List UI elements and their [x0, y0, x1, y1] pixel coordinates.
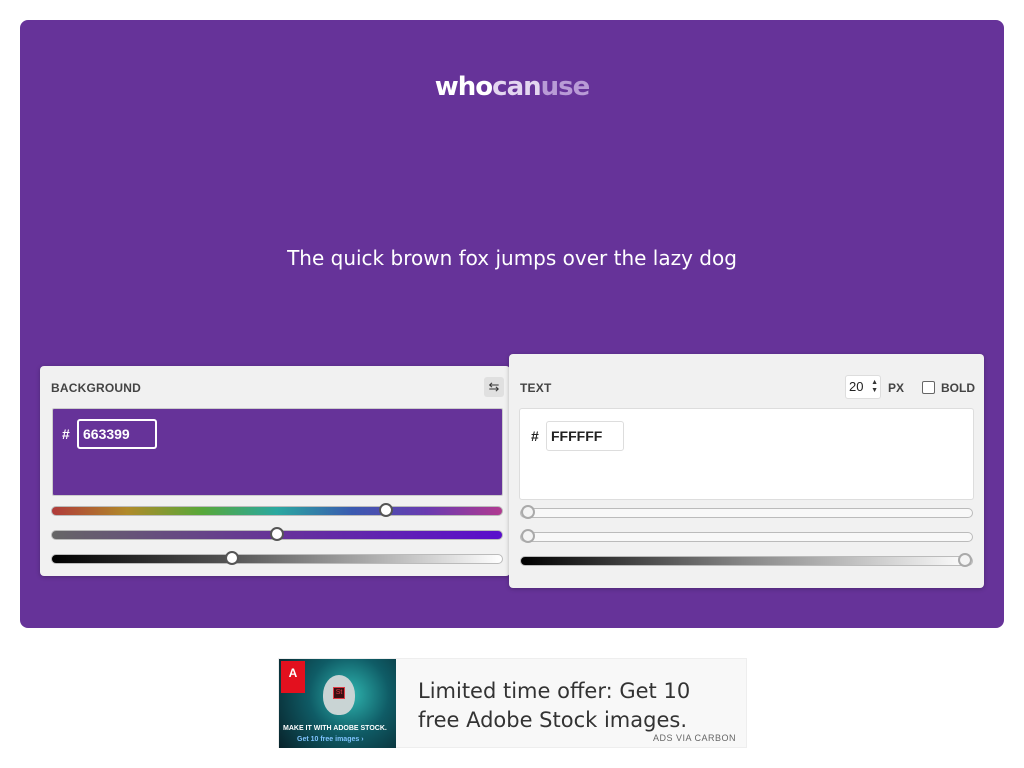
text-saturation-slider[interactable]	[520, 529, 973, 543]
ad-image-cta: Get 10 free images ›	[297, 736, 364, 743]
logo-part-use: use	[540, 72, 591, 102]
adobe-stock-badge: St	[333, 687, 345, 699]
text-hue-knob[interactable]	[521, 505, 535, 519]
font-size-unit: PX	[888, 381, 905, 395]
logo-part-who: who	[434, 72, 493, 102]
ad-image[interactable]: A St MAKE IT WITH ADOBE STOCK. Get 10 fr…	[279, 659, 396, 748]
background-hex-input[interactable]	[77, 419, 157, 449]
carbon-ad[interactable]: A St MAKE IT WITH ADOBE STOCK. Get 10 fr…	[278, 658, 747, 748]
ads-via-carbon-link[interactable]: ADS VIA CARBON	[653, 733, 736, 743]
sample-text: The quick brown fox jumps over the lazy …	[287, 246, 737, 270]
spinner-arrows-icon[interactable]: ▲ ▼	[871, 379, 878, 395]
background-saturation-slider[interactable]	[51, 527, 503, 541]
text-lightness-slider[interactable]	[520, 553, 973, 567]
text-panel: TEXT 20 ▲ ▼ PX BOLD #	[509, 354, 984, 588]
ad-copy[interactable]: Limited time offer: Get 10 free Adobe St…	[418, 677, 738, 735]
background-panel-title: BACKGROUND	[51, 381, 141, 395]
hash-label: #	[531, 428, 539, 444]
bold-checkbox[interactable]	[922, 381, 935, 394]
swap-colors-button[interactable]: ⇆	[484, 377, 504, 397]
adobe-logo-icon: A	[281, 661, 305, 693]
ad-image-headline: MAKE IT WITH ADOBE STOCK.	[283, 725, 387, 732]
background-hue-slider[interactable]	[51, 503, 503, 517]
text-panel-title: TEXT	[520, 381, 552, 395]
background-lightness-slider[interactable]	[51, 551, 503, 565]
font-size-stepper[interactable]: 20 ▲ ▼	[845, 375, 881, 399]
swap-arrows-icon: ⇆	[488, 379, 500, 394]
hash-label: #	[62, 426, 70, 442]
background-saturation-knob[interactable]	[270, 527, 284, 541]
text-color-preview: #	[519, 408, 974, 500]
text-saturation-knob[interactable]	[521, 529, 535, 543]
font-size-value: 20	[849, 379, 864, 394]
text-lightness-knob[interactable]	[958, 553, 972, 567]
text-hex-input[interactable]	[546, 421, 624, 451]
background-panel: BACKGROUND ⇆ #	[40, 366, 510, 576]
logo-part-can: can	[492, 72, 541, 102]
background-color-preview: #	[52, 408, 503, 496]
bold-label[interactable]: BOLD	[941, 381, 975, 395]
site-logo[interactable]: whocanuse	[20, 72, 1004, 102]
background-lightness-knob[interactable]	[225, 551, 239, 565]
background-hue-knob[interactable]	[378, 503, 393, 517]
text-hue-slider[interactable]	[520, 505, 973, 519]
